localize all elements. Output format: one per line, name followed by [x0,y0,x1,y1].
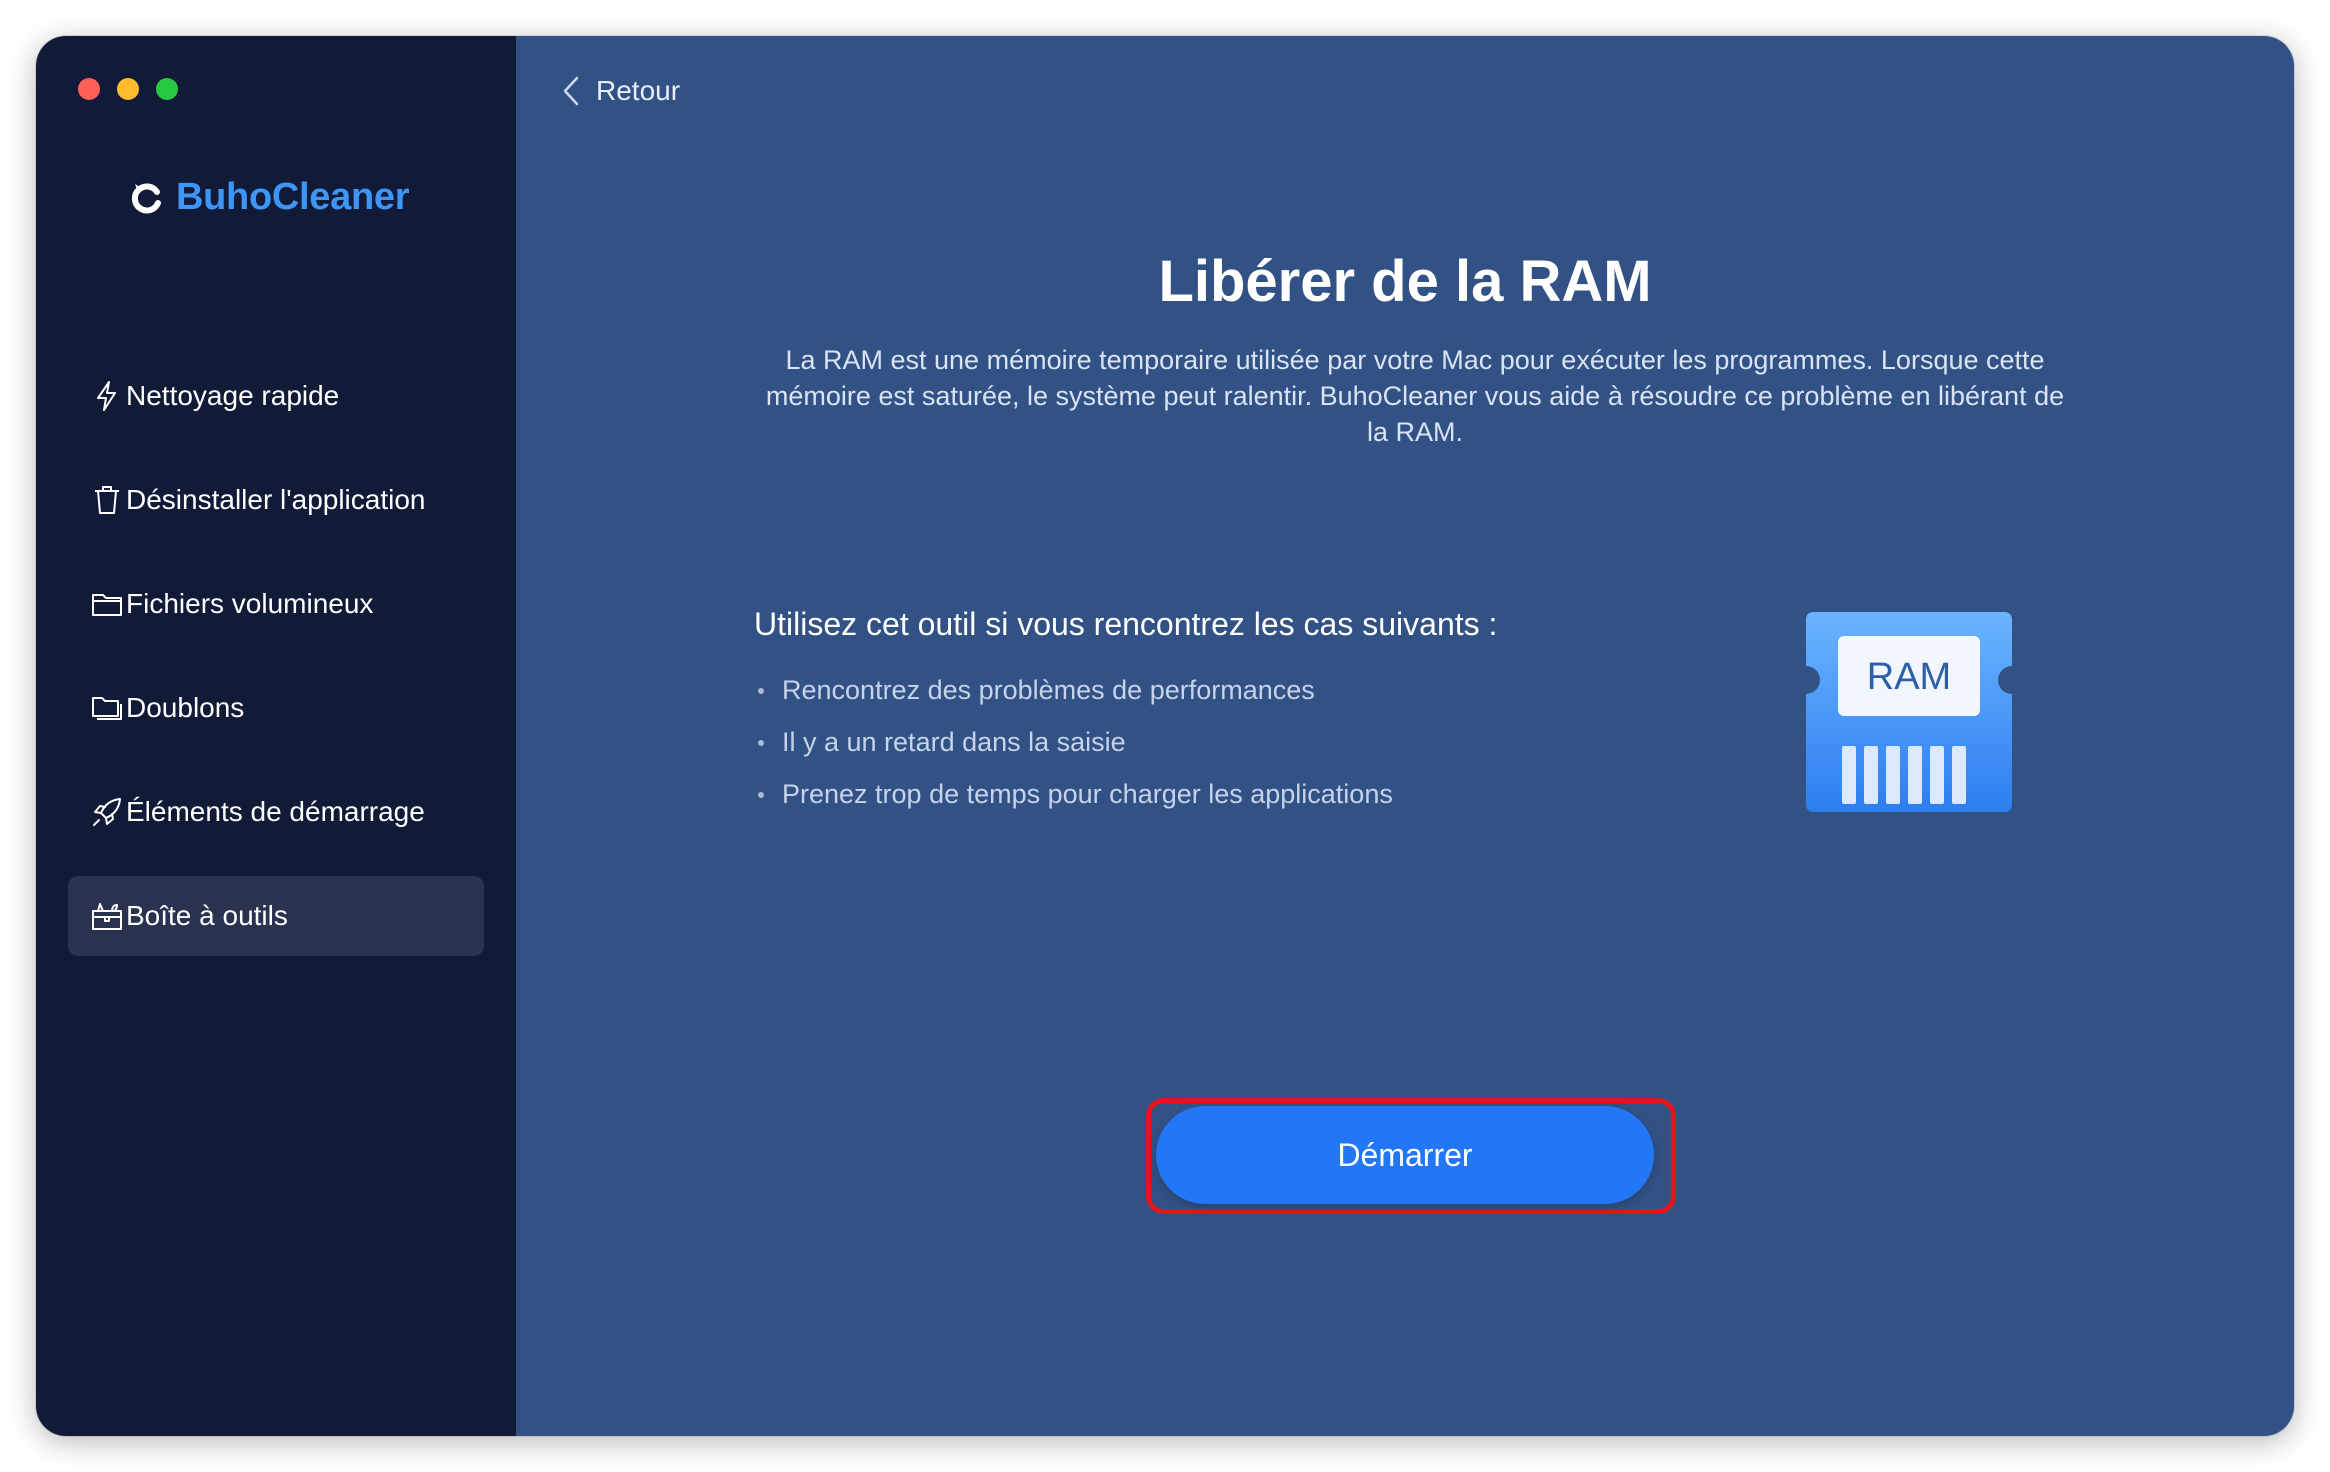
start-button[interactable]: Démarrer [1156,1106,1654,1204]
list-item: Prenez trop de temps pour charger les ap… [754,768,1393,820]
close-window-button[interactable] [78,78,100,100]
usecase-list: Rencontrez des problèmes de performances… [754,664,1393,820]
window-controls [78,78,178,100]
lightning-icon [97,381,116,411]
buhocleaner-logo-icon [131,183,161,213]
sidebar-item-desinstaller[interactable]: Désinstaller l'application [68,460,484,540]
usecase-heading: Utilisez cet outil si vous rencontrez le… [754,606,1498,642]
back-label: Retour [596,75,681,106]
page-description: La RAM est une mémoire temporaire utilis… [765,345,2065,447]
ram-chip-icon: RAM [1806,612,2012,812]
sidebar-item-nettoyage-rapide[interactable]: Nettoyage rapide [68,356,484,436]
back-button[interactable]: Retour [560,74,680,108]
rocket-icon [93,798,121,826]
trash-icon [95,486,119,514]
list-item: Il y a un retard dans la saisie [754,716,1393,768]
sidebar: BuhoCleaner Nettoyage rapide Désinstalle… [36,36,516,1436]
sidebar-item-label: Nettoyage rapide [126,380,340,411]
brand: BuhoCleaner [130,176,409,219]
folder-icon [92,594,122,616]
sidebar-item-label: Éléments de démarrage [126,796,425,827]
toolbox-icon [92,903,122,930]
sidebar-nav: Nettoyage rapide Désinstaller l'applicat… [68,356,484,980]
zoom-window-button[interactable] [156,78,178,100]
sidebar-item-label: Boîte à outils [126,900,288,931]
sidebar-item-label: Fichiers volumineux [126,588,374,619]
ram-chip-label: RAM [1867,656,1951,698]
chevron-left-icon [563,76,579,106]
page-title: Libérer de la RAM [1158,249,1652,314]
minimize-window-button[interactable] [117,78,139,100]
duplicate-folder-icon [92,697,122,720]
app-window: BuhoCleaner Nettoyage rapide Désinstalle… [36,36,2294,1436]
brand-name: BuhoCleaner [176,176,410,218]
list-item: Rencontrez des problèmes de performances [754,664,1393,716]
main-content: Retour Libérer de la RAM La RAM est une … [516,36,2294,1436]
sidebar-item-elements-demarrage[interactable]: Éléments de démarrage [68,772,484,852]
sidebar-item-label: Désinstaller l'application [126,484,426,515]
sidebar-item-boite-a-outils[interactable]: Boîte à outils [68,876,484,956]
sidebar-item-doublons[interactable]: Doublons [68,668,484,748]
sidebar-item-label: Doublons [126,692,245,723]
sidebar-item-fichiers-volumineux[interactable]: Fichiers volumineux [68,564,484,644]
